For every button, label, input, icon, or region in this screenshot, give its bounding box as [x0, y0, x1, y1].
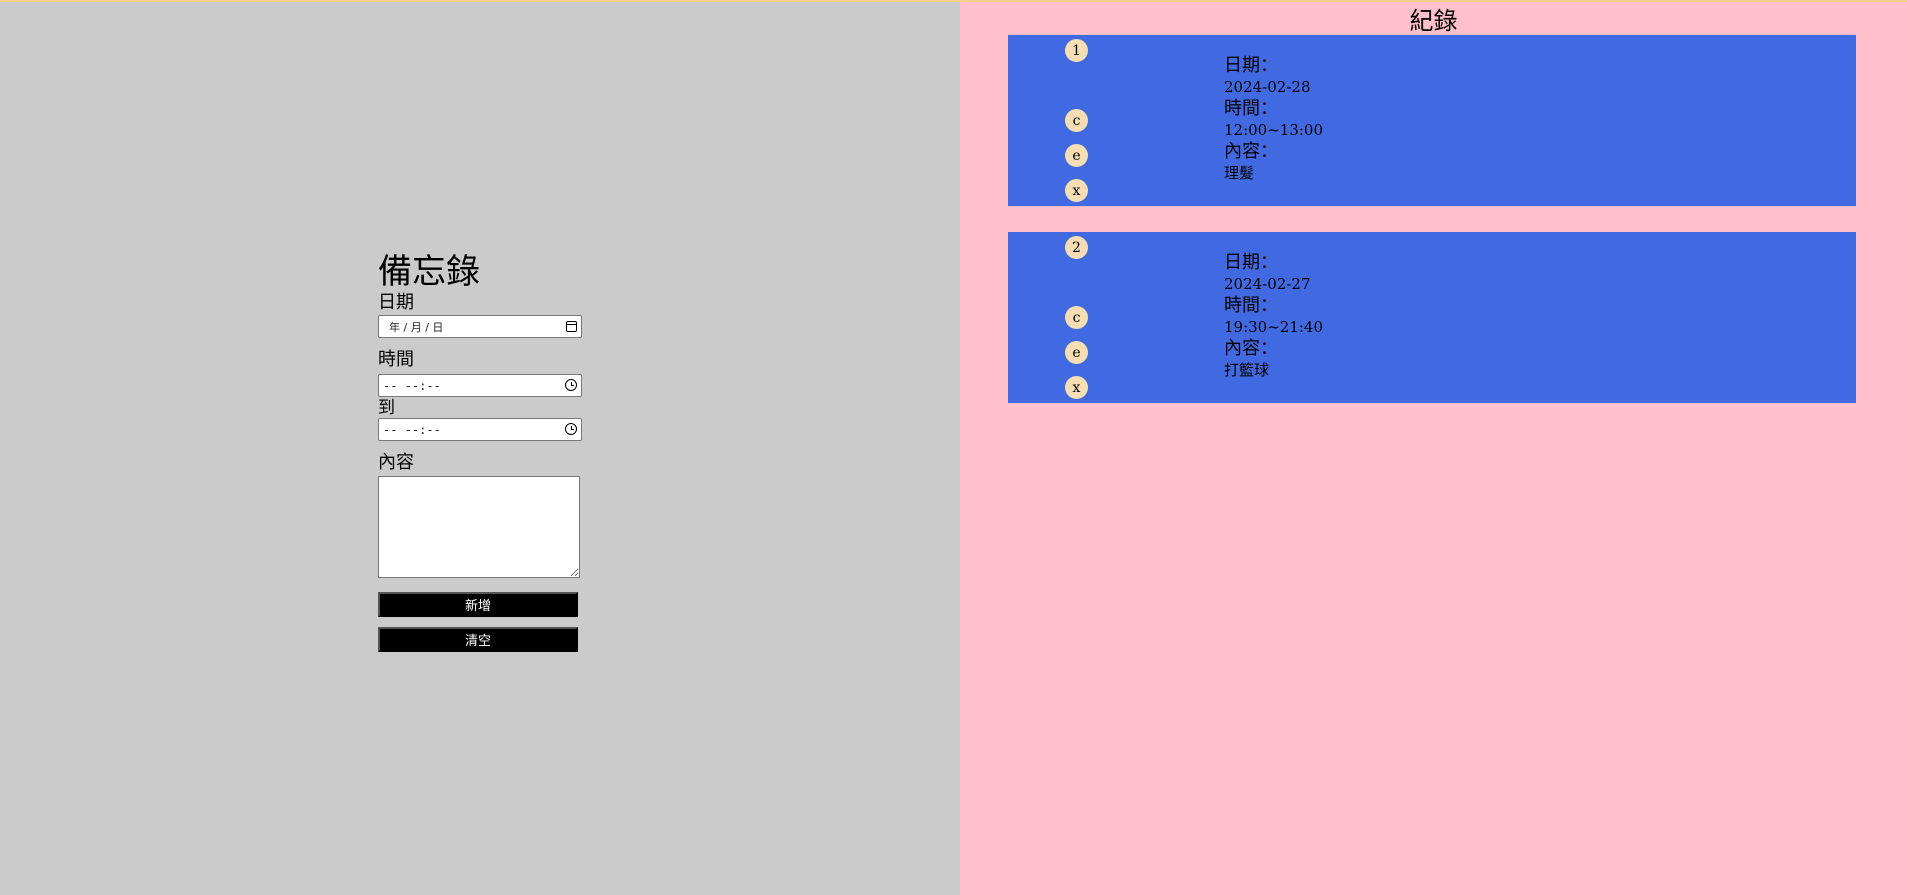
- copy-button[interactable]: c: [1065, 306, 1088, 329]
- date-label: 日期: [378, 292, 414, 313]
- date-key: 日期：: [1224, 252, 1278, 273]
- record-card: 1 c e x 日期： 2024-02-28 時間： 12:00~13:00 內…: [1008, 35, 1856, 206]
- delete-button[interactable]: x: [1065, 376, 1088, 399]
- record-date: 2024-02-28: [1224, 78, 1311, 96]
- clock-icon[interactable]: [565, 379, 577, 391]
- record-content: 理髮: [1224, 164, 1255, 182]
- copy-button[interactable]: c: [1065, 109, 1088, 132]
- end-time-placeholder: -- --:--: [383, 422, 441, 437]
- record-card: 2 c e x 日期： 2024-02-27 時間： 19:30~21:40 內…: [1008, 232, 1856, 403]
- memo-form-panel: 備忘錄 日期 年 / 月 / 日 時間 -- --:-- 到 -- --:-- …: [0, 2, 960, 895]
- date-input[interactable]: 年 / 月 / 日: [378, 315, 582, 338]
- clear-button[interactable]: 清空: [378, 627, 578, 652]
- time-label: 時間: [378, 349, 414, 370]
- record-time: 12:00~13:00: [1224, 121, 1324, 139]
- date-key: 日期：: [1224, 55, 1278, 76]
- record-content: 打籃球: [1224, 361, 1270, 379]
- clock-icon[interactable]: [565, 423, 577, 435]
- calendar-icon[interactable]: [566, 321, 577, 332]
- content-textarea[interactable]: [378, 476, 580, 578]
- record-time: 19:30~21:40: [1224, 318, 1324, 336]
- add-button[interactable]: 新增: [378, 592, 578, 617]
- record-info: 日期： 2024-02-27 時間： 19:30~21:40 內容： 打籃球: [1224, 252, 1323, 381]
- delete-button[interactable]: x: [1065, 179, 1088, 202]
- record-info: 日期： 2024-02-28 時間： 12:00~13:00 內容： 理髮: [1224, 55, 1323, 184]
- content-key: 內容：: [1224, 338, 1278, 359]
- time-key: 時間：: [1224, 98, 1278, 119]
- end-time-input[interactable]: -- --:--: [378, 418, 582, 441]
- record-date: 2024-02-27: [1224, 275, 1311, 293]
- start-time-placeholder: -- --:--: [383, 378, 441, 393]
- records-title: 紀錄: [1409, 7, 1458, 35]
- to-label: 到: [378, 398, 395, 418]
- content-label: 內容: [378, 452, 414, 473]
- edit-button[interactable]: e: [1065, 341, 1088, 364]
- edit-button[interactable]: e: [1065, 144, 1088, 167]
- record-index-badge: 2: [1065, 236, 1088, 259]
- date-placeholder: 年 / 月 / 日: [389, 320, 444, 334]
- start-time-input[interactable]: -- --:--: [378, 374, 582, 397]
- record-index-badge: 1: [1065, 39, 1088, 62]
- records-panel: 紀錄 1 c e x 日期： 2024-02-28 時間： 12:00~13:0…: [960, 2, 1907, 895]
- time-key: 時間：: [1224, 295, 1278, 316]
- form-title: 備忘錄: [378, 252, 480, 292]
- content-key: 內容：: [1224, 141, 1278, 162]
- memo-form: 備忘錄 日期 年 / 月 / 日 時間 -- --:-- 到 -- --:-- …: [378, 252, 588, 652]
